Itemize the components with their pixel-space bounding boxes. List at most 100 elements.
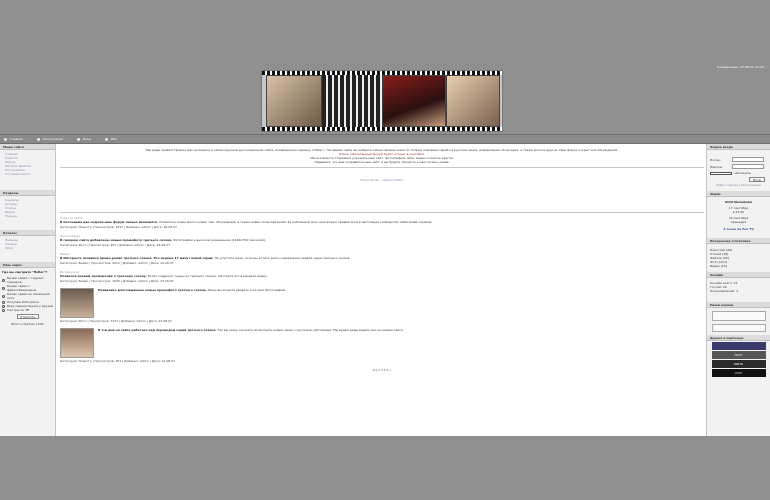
news-item: Фотографии В галерею сайта добавлены нов… xyxy=(60,234,704,247)
radio-icon[interactable] xyxy=(2,300,5,304)
news-body: Фотографии в высоком разрешении (1100x75… xyxy=(173,238,266,242)
actor-portrait-right xyxy=(446,75,500,127)
top-band: Понедельник, 27.08.07, 01:24 xyxy=(0,0,770,134)
radio-icon[interactable] xyxy=(2,308,5,312)
main-nav: Главная Регистрация Вход RSS xyxy=(0,134,770,144)
poll-total: Всего ответов: 1035 xyxy=(11,322,44,326)
header-banner xyxy=(261,70,503,132)
catalog-block: Каталог Фильмы Сезоны Обои xyxy=(0,230,55,254)
sections-block: Разделы Сериалы Актеры Статьи Видео Музы… xyxy=(0,190,55,222)
bottom-band xyxy=(0,436,770,500)
partner-banner[interactable]: LOST xyxy=(711,369,766,377)
poll-option[interactable]: Качаю серии из локальной сети xyxy=(0,292,55,300)
promo-banner-image[interactable]: Prison Break - сериал Побег xyxy=(60,178,704,182)
catalog-link[interactable]: Обои xyxy=(5,246,50,250)
news-item: Появились долгожданные новые промофото т… xyxy=(60,288,704,323)
right-sidebar: Форма входа Логин: Пароль: запомнить Вхо… xyxy=(706,144,770,436)
stats-row[interactable]: Видео [15] xyxy=(707,264,770,268)
radio-icon[interactable] xyxy=(2,304,5,308)
news-item: В эти дни на сайте работает над переводо… xyxy=(60,328,704,363)
news-meta: Категория: Видео | Просмотров: 1045 | До… xyxy=(60,279,174,283)
bullet-icon xyxy=(77,137,81,141)
online-block: Онлайн всего: 23 Гостей: 20 Пользователе… xyxy=(707,278,770,296)
section-link[interactable]: Музыка xyxy=(5,214,50,218)
film-strip-holes-bottom xyxy=(262,127,502,131)
nav-item-label: RSS xyxy=(110,137,117,141)
bullet-icon xyxy=(36,137,40,141)
partner-banner[interactable]: ЛОСТ xyxy=(711,351,766,359)
nav-item-label: Вход xyxy=(83,137,91,141)
nav-item-login[interactable]: Вход xyxy=(77,137,91,141)
menu-link[interactable]: Гостевая книга xyxy=(5,172,50,176)
site-button-code-textarea[interactable] xyxy=(711,324,766,332)
poll-option[interactable]: Качаю серии с файлообменников xyxy=(0,284,55,292)
login-input[interactable] xyxy=(732,157,764,162)
prison-break-logo-image xyxy=(382,75,446,127)
pagination[interactable]: [1] 2 3 4 5 » xyxy=(60,368,704,372)
password-row: Пароль: xyxy=(707,163,770,170)
block-title: Наши кнопки xyxy=(707,302,770,308)
news-thumbnail[interactable] xyxy=(60,328,94,358)
bullet-icon xyxy=(4,137,7,141)
news-title[interactable]: В эти дни на сайте работает над переводо… xyxy=(98,328,217,332)
poll-option[interactable]: Смотрю по ТВ xyxy=(0,308,55,312)
remember-row: запомнить xyxy=(707,170,770,176)
news-title[interactable]: Появились долгожданные новые промофото т… xyxy=(98,288,207,292)
news-body: Ролик содержит сцены из третьего сезона.… xyxy=(147,274,268,278)
nav-item-register[interactable]: Регистрация xyxy=(36,137,64,141)
news-item: Видео В Интернете появился промо-ролик т… xyxy=(60,252,704,265)
radio-icon[interactable] xyxy=(2,278,5,282)
news-thumbnail[interactable] xyxy=(60,288,94,318)
news-title[interactable]: В последние две недели наш форум сильно … xyxy=(60,220,158,224)
news-body: Не упустите шанс, если вы хотите знать с… xyxy=(214,256,351,260)
welcome-line: Надеемся, что вам понравится наш сайт, и… xyxy=(314,160,450,164)
block-title: Друзья и партнеры xyxy=(707,335,770,341)
news-title[interactable]: В Интернете появился промо-ролик третьег… xyxy=(60,256,214,260)
news-item: Новости сайта В последние две недели наш… xyxy=(60,216,704,229)
news-meta: Категория: Новости | Просмотров: 1397 | … xyxy=(60,225,177,229)
partner-banner[interactable] xyxy=(711,342,766,350)
stats-block: Новостей [40] Статей [18] Файлов [26] Фо… xyxy=(707,244,770,272)
poll-option[interactable]: Качаю серии с торрент-трекеров xyxy=(0,276,55,284)
radio-icon[interactable] xyxy=(2,286,5,290)
nav-item-label: Главная xyxy=(10,137,23,141)
countdown-line: премьера xyxy=(730,220,747,224)
partner-banner[interactable]: КИНО xyxy=(711,360,766,368)
login-row: Логин: xyxy=(707,156,770,163)
news-title[interactable]: В галерею сайта добавлены новые промофот… xyxy=(60,238,172,242)
actor-portrait-left xyxy=(266,75,322,127)
news-meta: Категория: Фото | Просмотров: 401 | Доба… xyxy=(60,243,170,247)
nav-item-rss[interactable]: RSS xyxy=(104,137,117,141)
site-menu-block: Меню сайта Главная Новости Форум Каталог… xyxy=(0,144,55,180)
countdown-footer[interactable]: 3 сезон на Fox TV xyxy=(710,227,767,231)
nav-item-home[interactable]: Главная xyxy=(4,137,23,141)
news-body: Появилось очень много новых тем, обсужде… xyxy=(159,220,433,224)
bullet-icon xyxy=(104,137,108,141)
header-datetime: Понедельник, 27.08.07, 01:24 xyxy=(716,65,764,69)
password-input[interactable] xyxy=(732,164,764,169)
forgot-password-link[interactable]: Забыл пароль | Регистрация xyxy=(707,183,770,187)
countdown-heading: Until Showdown xyxy=(724,200,753,204)
countdown-block: Until Showdown 17 сентября в 21:00 24 се… xyxy=(707,197,770,234)
news-title[interactable]: Появился первый проморолик к третьему се… xyxy=(60,274,147,278)
poll-question: Где вы смотрите "Побег"? xyxy=(2,270,48,274)
divider xyxy=(60,167,704,168)
news-meta: Категория: Фото | Просмотров: 7231 | Доб… xyxy=(60,319,172,323)
film-strip-frames xyxy=(322,75,382,127)
login-button[interactable]: Вход xyxy=(749,177,765,182)
nav-item-label: Регистрация xyxy=(42,137,64,141)
remember-checkbox[interactable] xyxy=(710,171,732,175)
site-button-image[interactable] xyxy=(711,311,766,321)
poll-block: Наш опрос Где вы смотрите "Побег"? Качаю… xyxy=(0,262,55,326)
poll-submit-button[interactable]: Ответить xyxy=(16,314,39,319)
site-menu-list: Главная Новости Форум Каталог файлов Фот… xyxy=(0,150,55,180)
catalog-list: Фильмы Сезоны Обои xyxy=(0,236,55,254)
radio-icon[interactable] xyxy=(2,294,5,298)
news-meta: Категория: Видео | Просмотров: 2011 | До… xyxy=(60,261,174,265)
countdown-line: в 21:00 xyxy=(732,210,745,214)
news-item: Интересное Появился первый проморолик к … xyxy=(60,270,704,283)
online-row: Пользователей: 3 xyxy=(710,289,738,293)
welcome-text: Мы рады приветствовать вас на первом и с… xyxy=(60,144,704,164)
divider xyxy=(60,212,704,213)
sections-list: Сериалы Актеры Статьи Видео Музыка xyxy=(0,196,55,222)
